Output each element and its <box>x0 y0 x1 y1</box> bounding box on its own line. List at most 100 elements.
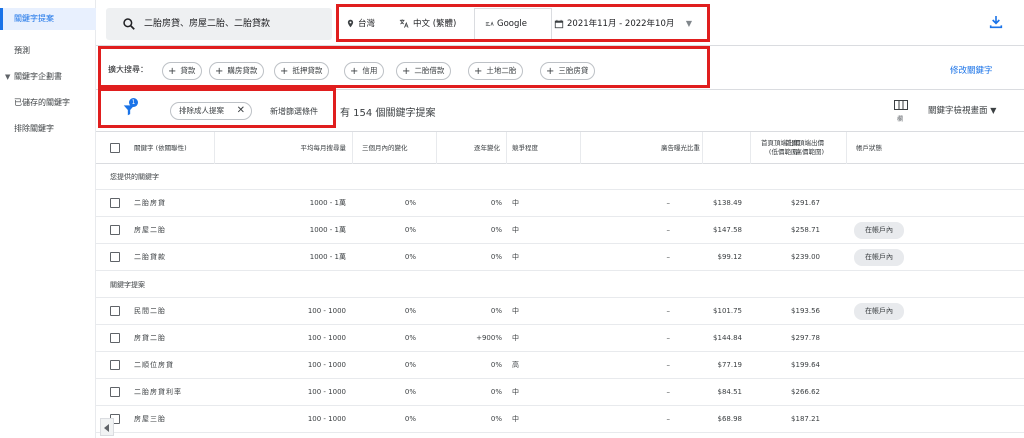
header-three-month-change[interactable]: 三個月內的變化 <box>362 132 442 164</box>
select-all-checkbox[interactable] <box>110 143 120 153</box>
columns-icon[interactable] <box>894 100 908 110</box>
table-row[interactable]: 二順位房貸 100 - 1000 0% 0% 高 – $77.19 $199.64 <box>96 352 1024 379</box>
table-row[interactable]: 二胎貸款 1000 - 1萬 0% 0% 中 – $99.12 $239.00 在帳戶內 <box>96 244 1024 271</box>
view-label: 關鍵字檢視畫面 <box>928 106 988 116</box>
cell-bid-high: $291.67 <box>791 199 820 207</box>
chip-expand-5[interactable]: + 土地二胎 <box>468 62 524 80</box>
cell-yoy-change: 0% <box>490 226 502 234</box>
sidebar-item-saved-keywords[interactable]: 已儲存的關鍵字 <box>0 92 96 114</box>
sidebar-item-forecast[interactable]: 預測 <box>0 40 96 62</box>
scroll-left-button[interactable] <box>100 418 114 436</box>
sidebar-item-negative-keywords[interactable]: 排除關鍵字 <box>0 118 96 140</box>
cell-bid-high: $297.78 <box>791 334 820 342</box>
table-header: 關鍵字 (依關聯性) 平均每月搜尋量 三個月內的變化 逐年變化 競爭程度 廣告曝… <box>96 132 1024 164</box>
chip-label: 購房貸款 <box>227 66 258 75</box>
section-provided-keywords: 您提供的關鍵字 <box>96 164 1024 190</box>
header-yoy-change[interactable]: 逐年變化 <box>436 132 500 164</box>
header-monthly-searches[interactable]: 平均每月搜尋量 <box>236 132 347 164</box>
plus-icon: + <box>350 66 359 77</box>
cell-bid-high: $193.56 <box>791 307 820 315</box>
cell-monthly-searches: 100 - 1000 <box>307 334 346 342</box>
download-icon[interactable] <box>988 14 1004 30</box>
row-checkbox[interactable] <box>110 387 120 397</box>
translate-icon <box>399 19 409 28</box>
search-input[interactable]: 二胎房貸、房屋二胎、二胎貸款 <box>106 8 332 40</box>
cell-keyword: 房屋二胎 <box>134 226 166 234</box>
cell-competition: 中 <box>512 307 519 315</box>
header-bid-high[interactable]: 首頁頂端出價 (高價範圍) <box>750 132 824 164</box>
cell-keyword: 二胎房貸利率 <box>134 388 182 396</box>
add-filter-button[interactable]: 新增篩選條件 <box>270 106 318 117</box>
header-keyword[interactable]: 關鍵字 (依關聯性) <box>134 132 214 164</box>
cell-monthly-searches: 100 - 1000 <box>307 361 346 369</box>
chip-expand-6[interactable]: + 三胎房貸 <box>540 62 596 80</box>
date-range-selector[interactable]: 2021年11月 - 2022年10月 ▼ <box>554 8 696 40</box>
chip-expand-2[interactable]: + 抵押貸款 <box>274 62 330 80</box>
section-keyword-ideas: 關鍵字提案 <box>96 272 1024 298</box>
cell-yoy-change: 0% <box>490 307 502 315</box>
chip-expand-1[interactable]: + 購房貸款 <box>209 62 265 80</box>
chip-label: 土地二胎 <box>486 66 517 75</box>
calendar-icon <box>554 19 564 28</box>
close-icon[interactable]: ✕ <box>237 103 245 119</box>
cell-impression-share: – <box>666 388 671 396</box>
chip-expand-4[interactable]: + 二胎借款 <box>396 62 452 80</box>
search-bar: 二胎房貸、房屋二胎、二胎貸款 台灣 中文 (繁體) Google 2021年11… <box>96 0 1024 46</box>
sidebar-item-keyword-ideas[interactable]: 關鍵字提案 <box>0 8 96 30</box>
row-checkbox[interactable] <box>110 333 120 343</box>
account-status-badge: 在帳戶內 <box>854 249 904 266</box>
view-selector[interactable]: 關鍵字檢視畫面 ▼ <box>928 104 996 116</box>
caret-down-icon: ▼ <box>5 73 11 81</box>
header-impression-share[interactable]: 廣告曝光比重 <box>580 132 700 164</box>
sidebar-item-label: 關鍵字企劃書 <box>14 72 62 81</box>
chip-expand-3[interactable]: + 信用 <box>344 62 385 80</box>
language-selector[interactable]: 中文 (繁體) <box>398 8 456 40</box>
table-row[interactable]: 二胎房貸利率 100 - 1000 0% 0% 中 – $84.51 $266.62 <box>96 379 1024 406</box>
date-range-label: 2021年11月 - 2022年10月 <box>567 19 675 29</box>
table-row[interactable]: 房屋三胎 100 - 1000 0% 0% 中 – $68.98 $187.21 <box>96 406 1024 433</box>
cell-keyword: 房屋三胎 <box>134 415 166 423</box>
cell-impression-share: – <box>666 415 671 423</box>
cell-impression-share: – <box>666 307 671 315</box>
table-row[interactable]: 房貸二胎 100 - 1000 0% +900% 中 – $144.84 $297.78 <box>96 325 1024 352</box>
header-competition[interactable]: 競爭程度 <box>512 132 572 164</box>
row-checkbox[interactable] <box>110 198 120 208</box>
plus-icon: + <box>402 66 411 77</box>
table-row[interactable]: 房屋二胎 1000 - 1萬 0% 0% 中 – $147.58 $258.71 在帳戶內 <box>96 217 1024 244</box>
table-row[interactable]: 民間二胎 100 - 1000 0% 0% 中 – $101.75 $193.56 在帳戶內 <box>96 298 1024 325</box>
table-row[interactable]: 二胎房貸 1000 - 1萬 0% 0% 中 – $138.49 $291.67 <box>96 190 1024 217</box>
cell-bid-high: $187.21 <box>791 415 820 423</box>
network-selector[interactable]: Google <box>474 8 552 40</box>
cell-bid-low: $84.51 <box>717 388 743 396</box>
cell-bid-low: $68.98 <box>717 415 743 423</box>
cell-impression-share: – <box>666 199 671 207</box>
cell-competition: 中 <box>512 253 519 261</box>
edit-keywords-link[interactable]: 修改關鍵字 <box>950 64 993 76</box>
row-checkbox[interactable] <box>110 306 120 316</box>
network-icon <box>485 20 494 26</box>
cell-three-month-change: 0% <box>404 199 416 207</box>
account-status-badge: 在帳戶內 <box>854 222 904 239</box>
cell-three-month-change: 0% <box>404 226 416 234</box>
sidebar-item-keyword-plans[interactable]: ▼ 關鍵字企劃書 <box>0 66 96 88</box>
chip-expand-0[interactable]: + 貸款 <box>162 62 203 80</box>
row-checkbox[interactable] <box>110 225 120 235</box>
row-checkbox[interactable] <box>110 252 120 262</box>
dropdown-arrow-icon: ▼ <box>990 106 997 115</box>
plus-icon: + <box>168 66 177 77</box>
chip-label: 二胎借款 <box>414 66 445 75</box>
row-checkbox[interactable] <box>110 360 120 370</box>
account-status-badge: 在帳戶內 <box>854 303 904 320</box>
chip-label: 信用 <box>362 66 378 75</box>
filter-chip-exclude-adult[interactable]: 排除成人提案 ✕ <box>170 102 252 120</box>
cell-bid-high: $266.62 <box>791 388 820 396</box>
cell-yoy-change: +900% <box>476 334 502 342</box>
expand-search-bar: 擴大搜尋： + 貸款 + 購房貸款 + 抵押貸款 + 信用 + 二胎借款 + 土地二胎 + 三… <box>96 50 1024 90</box>
plus-icon: + <box>280 66 289 77</box>
plus-icon: + <box>546 66 555 77</box>
cell-three-month-change: 0% <box>404 415 416 423</box>
location-selector[interactable]: 台灣 <box>346 8 375 40</box>
header-bid-high-line1: 首頁頂端出價 <box>785 139 824 147</box>
cell-impression-share: – <box>666 334 671 342</box>
cell-competition: 高 <box>512 361 519 369</box>
